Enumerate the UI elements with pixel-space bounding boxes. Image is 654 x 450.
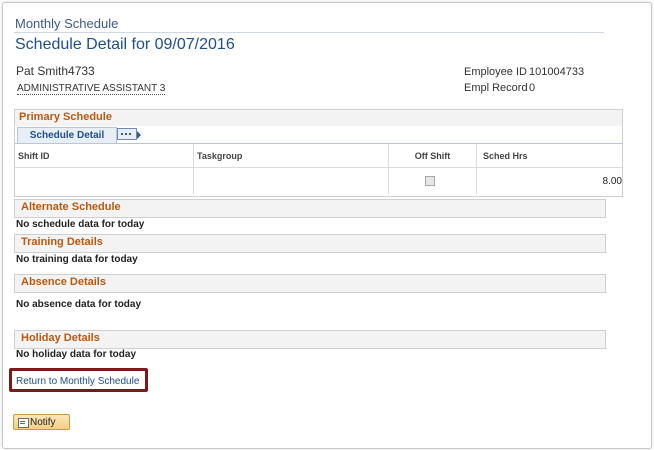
primary-schedule-title: Primary Schedule bbox=[19, 111, 112, 123]
employee-id-label: Employee ID bbox=[464, 66, 527, 78]
training-details-message: No training data for today bbox=[16, 254, 138, 265]
holiday-details-header: Holiday Details bbox=[14, 330, 606, 349]
cell-shift-id bbox=[15, 168, 194, 194]
employee-id-value: 101004733 bbox=[529, 66, 585, 78]
employee-name: Pat Smith4733 bbox=[16, 64, 95, 78]
cell-taskgroup bbox=[194, 168, 389, 194]
alternate-schedule-header: Alternate Schedule bbox=[14, 199, 606, 218]
absence-details-message: No absence data for today bbox=[16, 299, 142, 310]
cell-sched-hrs: 8.00 bbox=[477, 168, 622, 194]
primary-schedule-header: Primary Schedule bbox=[15, 110, 622, 126]
column-header-taskgroup[interactable]: Taskgroup bbox=[194, 144, 389, 168]
return-to-monthly-schedule-link[interactable]: Return to Monthly Schedule bbox=[16, 376, 139, 387]
show-all-columns-icon[interactable] bbox=[117, 128, 141, 140]
notify-button-label: Notify bbox=[30, 417, 56, 428]
primary-schedule-grid: Primary Schedule Schedule Detail Shift I… bbox=[14, 109, 623, 197]
absence-details-header: Absence Details bbox=[14, 274, 606, 293]
training-details-title: Training Details bbox=[21, 236, 103, 248]
absence-details-title: Absence Details bbox=[21, 276, 106, 288]
page-title: Schedule Detail for 09/07/2016 bbox=[15, 36, 235, 53]
breadcrumb[interactable]: Monthly Schedule bbox=[15, 16, 118, 31]
off-shift-checkbox[interactable] bbox=[425, 176, 435, 186]
alternate-schedule-message: No schedule data for today bbox=[16, 219, 145, 230]
empl-record-value: 0 bbox=[529, 82, 536, 94]
column-header-off-shift[interactable]: Off Shift bbox=[389, 144, 477, 168]
holiday-details-message: No holiday data for today bbox=[16, 349, 137, 360]
tab-schedule-detail[interactable]: Schedule Detail bbox=[17, 127, 117, 143]
title-divider bbox=[14, 32, 604, 33]
holiday-details-title: Holiday Details bbox=[21, 332, 100, 344]
alternate-schedule-title: Alternate Schedule bbox=[21, 201, 121, 213]
notify-icon bbox=[18, 418, 29, 428]
notify-button[interactable]: Notify bbox=[13, 414, 70, 430]
column-header-shift-id[interactable]: Shift ID bbox=[15, 144, 194, 168]
empl-record-label: Empl Record bbox=[464, 82, 528, 94]
training-details-header: Training Details bbox=[14, 234, 606, 253]
employee-job-title: ADMINISTRATIVE ASSISTANT 3 bbox=[17, 83, 166, 95]
sched-hrs-value: 8.00 bbox=[602, 176, 622, 187]
column-header-sched-hrs[interactable]: Sched Hrs bbox=[477, 144, 622, 168]
